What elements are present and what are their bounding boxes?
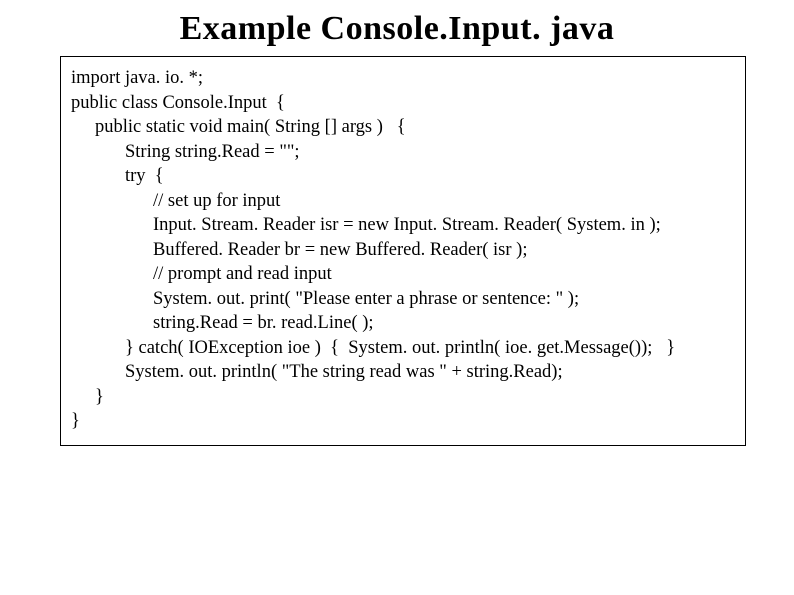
code-line: Buffered. Reader br = new Buffered. Read… [71,241,735,260]
code-line: string.Read = br. read.Line( ); [71,314,735,333]
code-line: import java. io. *; [71,69,735,88]
code-line: String string.Read = ""; [71,143,735,162]
code-line: } [71,388,735,407]
code-line: Input. Stream. Reader isr = new Input. S… [71,216,735,235]
code-line: System. out. print( "Please enter a phra… [71,290,735,309]
code-line: public class Console.Input { [71,94,735,113]
code-line: public static void main( String [] args … [71,118,735,137]
code-line: // set up for input [71,192,735,211]
slide-title: Example Console.Input. java [0,10,794,48]
slide: Example Console.Input. java import java.… [0,0,794,595]
code-box: import java. io. *; public class Console… [60,56,746,446]
code-line: } catch( IOException ioe ) { System. out… [71,339,735,358]
code-line: // prompt and read input [71,265,735,284]
code-line: } [71,412,735,431]
code-line: try { [71,167,735,186]
code-line: System. out. println( "The string read w… [71,363,735,382]
